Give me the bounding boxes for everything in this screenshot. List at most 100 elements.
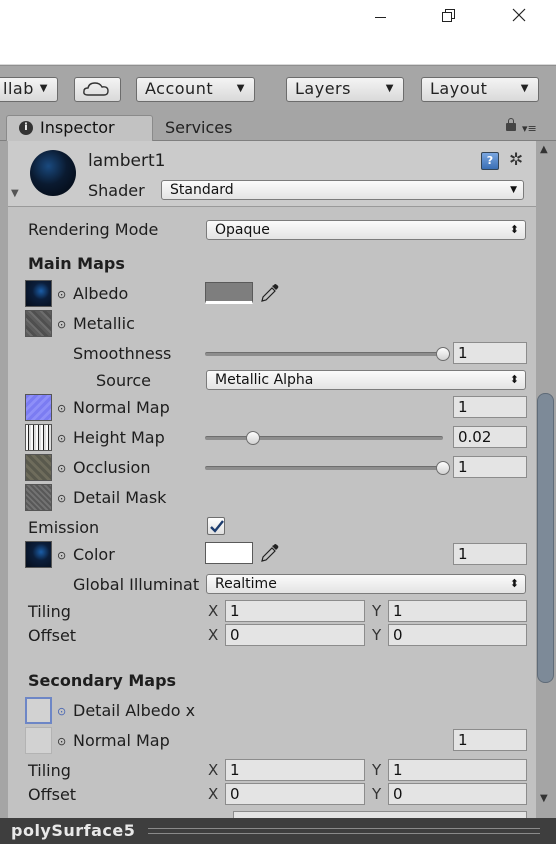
- tiling-x-field[interactable]: 1: [225, 600, 365, 622]
- normal-map-texture-slot[interactable]: [25, 394, 52, 421]
- shader-value: Standard: [170, 182, 234, 198]
- dropdown-arrow-icon: ▼: [520, 83, 529, 94]
- detail-mask-texture-slot[interactable]: [25, 484, 52, 511]
- eyedropper-icon[interactable]: [258, 542, 280, 564]
- height-map-label: Height Map: [73, 428, 165, 447]
- object-picker-icon[interactable]: ⊙: [57, 705, 66, 718]
- albedo-color-swatch[interactable]: [205, 282, 253, 304]
- close-icon[interactable]: [496, 0, 542, 34]
- window-caption: [0, 0, 556, 36]
- object-picker-icon[interactable]: ⊙: [57, 549, 66, 562]
- normal-map-label: Normal Map: [73, 398, 170, 417]
- resize-grip[interactable]: [148, 828, 540, 834]
- occlusion-slider-track[interactable]: [205, 466, 443, 470]
- offset-label: Offset: [28, 626, 77, 645]
- secondary-normal-map-field[interactable]: 1: [453, 729, 527, 751]
- object-picker-icon[interactable]: ⊙: [57, 318, 66, 331]
- rendering-mode-dropdown[interactable]: Opaque ⬍: [206, 220, 526, 240]
- occlusion-field[interactable]: 1: [453, 456, 527, 478]
- offset-y-field[interactable]: 0: [388, 624, 527, 646]
- detail-mask-label: Detail Mask: [73, 488, 167, 507]
- secondary-offset-y-field[interactable]: 0: [388, 783, 527, 805]
- tiling-x-axis-label: X: [208, 602, 219, 620]
- secondary-tiling-label: Tiling: [28, 761, 71, 780]
- source-dropdown[interactable]: Metallic Alpha ⬍: [206, 370, 526, 390]
- scrollbar-thumb[interactable]: [537, 393, 554, 683]
- vertical-scrollbar[interactable]: ▲ ▼: [536, 141, 556, 818]
- panel-menu-icon[interactable]: ▾≡: [522, 122, 537, 135]
- offset-y-axis-label: Y: [372, 626, 382, 644]
- emission-checkbox[interactable]: [207, 517, 225, 535]
- smoothness-field[interactable]: 1: [453, 342, 527, 364]
- emission-intensity-field[interactable]: 1: [453, 543, 527, 565]
- layers-dropdown[interactable]: Layers ▼: [286, 77, 404, 102]
- tab-services[interactable]: Services: [165, 118, 232, 137]
- emission-label: Emission: [28, 518, 100, 537]
- restore-icon[interactable]: [426, 0, 472, 34]
- albedo-label: Albedo: [73, 284, 129, 303]
- scroll-up-icon[interactable]: ▲: [540, 144, 548, 155]
- albedo-texture-slot[interactable]: [25, 280, 52, 307]
- height-field[interactable]: 0.02: [453, 426, 527, 448]
- smoothness-slider-knob[interactable]: [436, 347, 450, 361]
- preview-object-name: polySurface5: [11, 821, 136, 840]
- global-illumination-dropdown[interactable]: Realtime ⬍: [206, 574, 526, 594]
- metallic-texture-slot[interactable]: [25, 310, 52, 337]
- source-value: Metallic Alpha: [215, 372, 314, 388]
- secondary-normal-map-texture-slot[interactable]: [25, 727, 52, 754]
- tiling-y-axis-label: Y: [372, 602, 382, 620]
- tab-inspector-label: Inspector: [40, 118, 115, 137]
- secondary-offset-x-field[interactable]: 0: [225, 783, 365, 805]
- minimize-icon[interactable]: [357, 0, 403, 34]
- object-picker-icon[interactable]: ⊙: [57, 735, 66, 748]
- tiling-y-field[interactable]: 1: [388, 600, 527, 622]
- height-map-texture-slot[interactable]: [25, 424, 52, 451]
- emission-texture-slot[interactable]: [25, 541, 52, 568]
- dropdown-arrow-icon: ▼: [385, 83, 394, 94]
- dropdown-arrow-icon: ▼: [236, 83, 245, 94]
- occlusion-label: Occlusion: [73, 458, 151, 477]
- cloud-icon: [83, 82, 109, 96]
- secondary-offset-x-axis-label: X: [208, 785, 219, 803]
- occlusion-slider-knob[interactable]: [436, 461, 450, 475]
- normal-map-field[interactable]: 1: [453, 396, 527, 418]
- object-picker-icon[interactable]: ⊙: [57, 432, 66, 445]
- secondary-maps-title: Secondary Maps: [28, 671, 177, 690]
- global-illumination-value: Realtime: [215, 576, 277, 592]
- smoothness-slider-track[interactable]: [205, 352, 443, 356]
- eyedropper-icon[interactable]: [258, 282, 280, 304]
- secondary-offset-label: Offset: [28, 785, 77, 804]
- height-slider-knob[interactable]: [245, 431, 260, 445]
- emission-color-swatch[interactable]: [205, 542, 253, 564]
- secondary-tiling-x-axis-label: X: [208, 761, 219, 779]
- preview-bar: polySurface5: [0, 818, 556, 844]
- offset-x-field[interactable]: 0: [225, 624, 365, 646]
- occlusion-texture-slot[interactable]: [25, 454, 52, 481]
- foldout-arrow-icon[interactable]: ▼: [11, 188, 19, 199]
- clipped-field: [233, 811, 527, 818]
- cloud-button[interactable]: [74, 77, 121, 102]
- shader-dropdown[interactable]: Standard ▼: [161, 180, 524, 200]
- detail-albedo-label: Detail Albedo x: [73, 701, 196, 720]
- lock-icon[interactable]: [506, 118, 516, 131]
- object-picker-icon[interactable]: ⊙: [57, 492, 66, 505]
- object-picker-icon[interactable]: ⊙: [57, 288, 66, 301]
- height-slider-track[interactable]: [205, 436, 443, 440]
- tab-inspector[interactable]: i Inspector: [6, 115, 153, 141]
- object-picker-icon[interactable]: ⊙: [57, 462, 66, 475]
- help-book-icon[interactable]: ?: [481, 152, 499, 170]
- secondary-tiling-x-field[interactable]: 1: [225, 759, 365, 781]
- object-picker-icon[interactable]: ⊙: [57, 402, 66, 415]
- scroll-down-icon[interactable]: ▼: [540, 793, 548, 804]
- account-dropdown[interactable]: Account ▼: [136, 77, 255, 102]
- offset-x-axis-label: X: [208, 626, 219, 644]
- secondary-tiling-y-field[interactable]: 1: [388, 759, 527, 781]
- account-label: Account: [145, 79, 214, 98]
- dropdown-arrow-icon: ▼: [510, 185, 517, 195]
- toolbar: llab ▼ Account ▼ Layers ▼ Layout ▼: [0, 65, 556, 110]
- gear-icon[interactable]: ✲: [509, 150, 523, 170]
- secondary-offset-y-axis-label: Y: [372, 785, 382, 803]
- detail-albedo-texture-slot[interactable]: [25, 697, 52, 724]
- collab-dropdown[interactable]: llab ▼: [0, 77, 58, 102]
- layout-dropdown[interactable]: Layout ▼: [421, 77, 539, 102]
